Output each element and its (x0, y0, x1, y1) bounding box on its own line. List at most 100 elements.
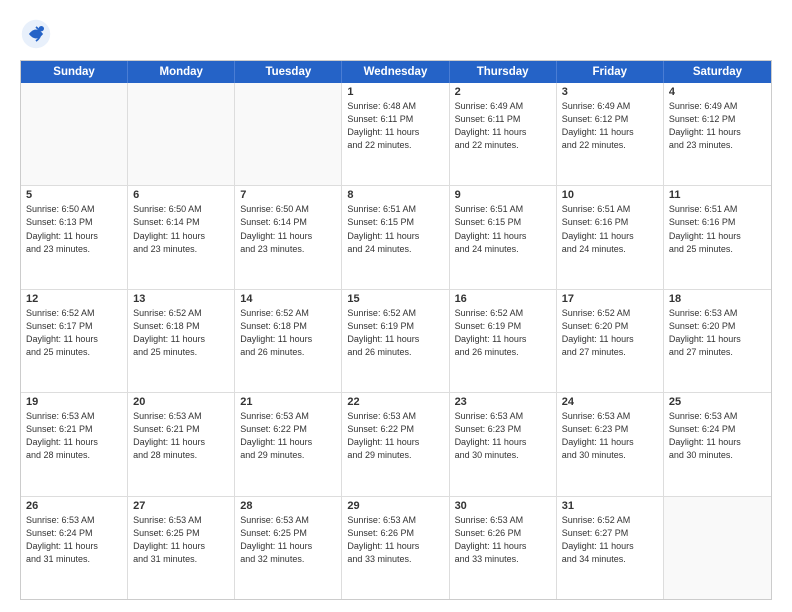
calendar-week-5: 26Sunrise: 6:53 AM Sunset: 6:24 PM Dayli… (21, 497, 771, 599)
day-number: 8 (347, 189, 443, 201)
calendar-day-9: 9Sunrise: 6:51 AM Sunset: 6:15 PM Daylig… (450, 186, 557, 288)
day-number: 10 (562, 189, 658, 201)
day-number: 6 (133, 189, 229, 201)
header-day-friday: Friday (557, 61, 664, 83)
header-day-tuesday: Tuesday (235, 61, 342, 83)
day-number: 30 (455, 500, 551, 512)
day-number: 18 (669, 293, 766, 305)
calendar-day-13: 13 Sunrise: 6:52 AM Sunset: 6:18 PM Dayli… (128, 290, 235, 392)
day-number: 29 (347, 500, 443, 512)
day-number: 7 (240, 189, 336, 201)
calendar-day-20: 20Sunrise: 6:53 AM Sunset: 6:21 PM Dayli… (128, 393, 235, 495)
calendar-week-1: 1 Sunrise: 6:48 AM Sunset: 6:11 PM Daylig… (21, 83, 771, 186)
page: SundayMondayTuesdayWednesdayThursdayFrid… (0, 0, 792, 612)
day-number: 24 (562, 396, 658, 408)
day-info: Sunrise: 6:53 AM Sunset: 6:24 PM Dayligh… (26, 514, 122, 566)
calendar-day-18: 18 Sunrise: 6:53 AM Sunset: 6:20 PM Dayli… (664, 290, 771, 392)
calendar-day-5: 5 Sunrise: 6:50 AM Sunset: 6:13 PM Daylig… (21, 186, 128, 288)
calendar-day-7: 7Sunrise: 6:50 AM Sunset: 6:14 PM Daylig… (235, 186, 342, 288)
calendar-day-10: 10 Sunrise: 6:51 AM Sunset: 6:16 PM Dayli… (557, 186, 664, 288)
header-day-wednesday: Wednesday (342, 61, 449, 83)
day-number: 20 (133, 396, 229, 408)
header-day-monday: Monday (128, 61, 235, 83)
day-number: 15 (347, 293, 443, 305)
day-number: 5 (26, 189, 122, 201)
calendar-day-6: 6 Sunrise: 6:50 AM Sunset: 6:14 PM Daylig… (128, 186, 235, 288)
calendar-day-empty-0-1 (128, 83, 235, 185)
day-number: 14 (240, 293, 336, 305)
calendar-day-1: 1 Sunrise: 6:48 AM Sunset: 6:11 PM Daylig… (342, 83, 449, 185)
day-number: 13 (133, 293, 229, 305)
day-number: 22 (347, 396, 443, 408)
logo-icon (20, 18, 52, 50)
calendar-day-23: 23 Sunrise: 6:53 AM Sunset: 6:23 PM Dayli… (450, 393, 557, 495)
day-info: Sunrise: 6:49 AM Sunset: 6:11 PM Dayligh… (455, 100, 551, 152)
calendar-day-16: 16 Sunrise: 6:52 AM Sunset: 6:19 PM Dayli… (450, 290, 557, 392)
day-number: 21 (240, 396, 336, 408)
header-day-sunday: Sunday (21, 61, 128, 83)
day-number: 25 (669, 396, 766, 408)
calendar-day-30: 30 Sunrise: 6:53 AM Sunset: 6:26 PM Dayli… (450, 497, 557, 599)
day-number: 23 (455, 396, 551, 408)
day-info: Sunrise: 6:52 AM Sunset: 6:18 PM Dayligh… (240, 307, 336, 359)
calendar-day-28: 28 Sunrise: 6:53 AM Sunset: 6:25 PM Dayli… (235, 497, 342, 599)
day-info: Sunrise: 6:53 AM Sunset: 6:22 PM Dayligh… (240, 410, 336, 462)
calendar-day-25: 25 Sunrise: 6:53 AM Sunset: 6:24 PM Dayli… (664, 393, 771, 495)
calendar-day-15: 15 Sunrise: 6:52 AM Sunset: 6:19 PM Dayli… (342, 290, 449, 392)
day-number: 27 (133, 500, 229, 512)
day-number: 12 (26, 293, 122, 305)
day-number: 17 (562, 293, 658, 305)
day-number: 4 (669, 86, 766, 98)
calendar-day-3: 3Sunrise: 6:49 AM Sunset: 6:12 PM Daylig… (557, 83, 664, 185)
day-number: 16 (455, 293, 551, 305)
calendar-day-29: 29 Sunrise: 6:53 AM Sunset: 6:26 PM Dayli… (342, 497, 449, 599)
header (20, 18, 772, 50)
calendar-day-empty-0-2 (235, 83, 342, 185)
day-info: Sunrise: 6:50 AM Sunset: 6:13 PM Dayligh… (26, 203, 122, 255)
day-number: 9 (455, 189, 551, 201)
day-info: Sunrise: 6:53 AM Sunset: 6:24 PM Dayligh… (669, 410, 766, 462)
day-info: Sunrise: 6:53 AM Sunset: 6:23 PM Dayligh… (562, 410, 658, 462)
day-info: Sunrise: 6:53 AM Sunset: 6:20 PM Dayligh… (669, 307, 766, 359)
day-info: Sunrise: 6:52 AM Sunset: 6:19 PM Dayligh… (455, 307, 551, 359)
calendar-day-12: 12 Sunrise: 6:52 AM Sunset: 6:17 PM Dayli… (21, 290, 128, 392)
calendar-day-4: 4Sunrise: 6:49 AM Sunset: 6:12 PM Daylig… (664, 83, 771, 185)
day-number: 1 (347, 86, 443, 98)
day-info: Sunrise: 6:48 AM Sunset: 6:11 PM Dayligh… (347, 100, 443, 152)
calendar-day-31: 31Sunrise: 6:52 AM Sunset: 6:27 PM Dayli… (557, 497, 664, 599)
calendar: SundayMondayTuesdayWednesdayThursdayFrid… (20, 60, 772, 600)
day-info: Sunrise: 6:53 AM Sunset: 6:25 PM Dayligh… (133, 514, 229, 566)
day-info: Sunrise: 6:51 AM Sunset: 6:15 PM Dayligh… (347, 203, 443, 255)
day-info: Sunrise: 6:53 AM Sunset: 6:23 PM Dayligh… (455, 410, 551, 462)
calendar-day-8: 8 Sunrise: 6:51 AM Sunset: 6:15 PM Daylig… (342, 186, 449, 288)
calendar-day-19: 19Sunrise: 6:53 AM Sunset: 6:21 PM Dayli… (21, 393, 128, 495)
calendar-week-4: 19Sunrise: 6:53 AM Sunset: 6:21 PM Dayli… (21, 393, 771, 496)
calendar-body: 1 Sunrise: 6:48 AM Sunset: 6:11 PM Daylig… (21, 83, 771, 599)
day-info: Sunrise: 6:49 AM Sunset: 6:12 PM Dayligh… (562, 100, 658, 152)
day-info: Sunrise: 6:53 AM Sunset: 6:26 PM Dayligh… (347, 514, 443, 566)
calendar-day-empty-0-0 (21, 83, 128, 185)
day-number: 28 (240, 500, 336, 512)
calendar-day-22: 22Sunrise: 6:53 AM Sunset: 6:22 PM Dayli… (342, 393, 449, 495)
calendar-day-21: 21 Sunrise: 6:53 AM Sunset: 6:22 PM Dayli… (235, 393, 342, 495)
day-info: Sunrise: 6:52 AM Sunset: 6:19 PM Dayligh… (347, 307, 443, 359)
calendar-week-2: 5 Sunrise: 6:50 AM Sunset: 6:13 PM Daylig… (21, 186, 771, 289)
day-info: Sunrise: 6:53 AM Sunset: 6:25 PM Dayligh… (240, 514, 336, 566)
day-info: Sunrise: 6:52 AM Sunset: 6:17 PM Dayligh… (26, 307, 122, 359)
calendar-day-24: 24 Sunrise: 6:53 AM Sunset: 6:23 PM Dayli… (557, 393, 664, 495)
day-info: Sunrise: 6:53 AM Sunset: 6:26 PM Dayligh… (455, 514, 551, 566)
logo (20, 18, 58, 50)
day-info: Sunrise: 6:52 AM Sunset: 6:18 PM Dayligh… (133, 307, 229, 359)
header-day-saturday: Saturday (664, 61, 771, 83)
calendar-header: SundayMondayTuesdayWednesdayThursdayFrid… (21, 61, 771, 83)
day-info: Sunrise: 6:51 AM Sunset: 6:16 PM Dayligh… (669, 203, 766, 255)
day-number: 11 (669, 189, 766, 201)
day-number: 31 (562, 500, 658, 512)
calendar-week-3: 12 Sunrise: 6:52 AM Sunset: 6:17 PM Dayli… (21, 290, 771, 393)
day-info: Sunrise: 6:51 AM Sunset: 6:16 PM Dayligh… (562, 203, 658, 255)
header-day-thursday: Thursday (450, 61, 557, 83)
calendar-day-14: 14 Sunrise: 6:52 AM Sunset: 6:18 PM Dayli… (235, 290, 342, 392)
day-info: Sunrise: 6:50 AM Sunset: 6:14 PM Dayligh… (133, 203, 229, 255)
calendar-day-26: 26Sunrise: 6:53 AM Sunset: 6:24 PM Dayli… (21, 497, 128, 599)
calendar-day-17: 17Sunrise: 6:52 AM Sunset: 6:20 PM Dayli… (557, 290, 664, 392)
